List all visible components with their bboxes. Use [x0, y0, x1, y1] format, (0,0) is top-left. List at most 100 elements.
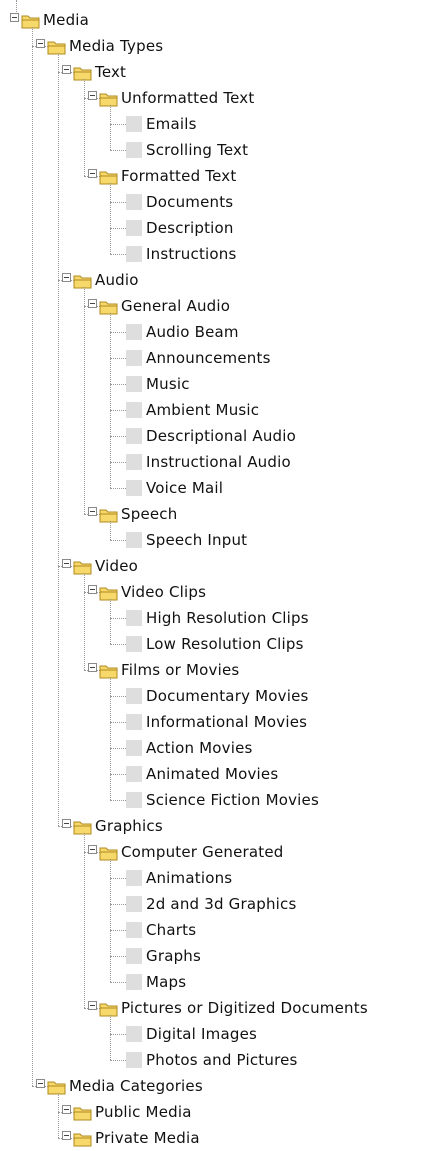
minus-toggle-icon[interactable]: [88, 1001, 97, 1010]
tree-label: Maps: [146, 973, 187, 991]
tree-label: Science Fiction Movies: [146, 791, 319, 809]
minus-toggle-icon[interactable]: [88, 663, 97, 672]
minus-toggle-icon[interactable]: [88, 845, 97, 854]
minus-toggle-icon[interactable]: [88, 299, 97, 308]
tree-item-announcements[interactable]: Announcements: [0, 345, 443, 371]
tree-connector: [110, 956, 126, 957]
tree-label: Audio: [95, 271, 139, 289]
tree-item-description[interactable]: Description: [0, 215, 443, 241]
tree-item-2d-and-3d-graphics[interactable]: 2d and 3d Graphics: [0, 891, 443, 917]
minus-toggle-icon[interactable]: [88, 91, 97, 100]
tree-item-low-resolution-clips[interactable]: Low Resolution Clips: [0, 631, 443, 657]
tree-label: Speech Input: [146, 531, 248, 549]
tree-connector: [110, 930, 126, 931]
tree-label: 2d and 3d Graphics: [146, 895, 297, 913]
minus-toggle-icon[interactable]: [10, 13, 19, 22]
tree-item-descriptional-audio[interactable]: Descriptional Audio: [0, 423, 443, 449]
item-box-icon: [126, 246, 142, 262]
minus-toggle-icon[interactable]: [62, 1105, 71, 1114]
tree-item-music[interactable]: Music: [0, 371, 443, 397]
tree-item-charts[interactable]: Charts: [0, 917, 443, 943]
tree-label: Descriptional Audio: [146, 427, 296, 445]
item-box-icon: [126, 688, 142, 704]
tree-label: Formatted Text: [121, 167, 237, 185]
tree-label: Media: [43, 11, 90, 29]
minus-toggle-icon[interactable]: [62, 559, 71, 568]
tree-guide-line: [84, 833, 85, 1008]
tree-item-speech-input[interactable]: Speech Input: [0, 527, 443, 553]
tree-folder-media[interactable]: Media: [0, 7, 443, 33]
tree-item-graphs[interactable]: Graphs: [0, 943, 443, 969]
tree-label: Emails: [146, 115, 197, 133]
tree-label: Speech: [121, 505, 178, 523]
tree-guide-line: [110, 677, 111, 800]
minus-toggle-icon[interactable]: [36, 39, 45, 48]
minus-toggle-icon[interactable]: [88, 585, 97, 594]
minus-toggle-icon[interactable]: [62, 273, 71, 282]
tree-connector: [110, 696, 126, 697]
tree-item-science-fiction-movies[interactable]: Science Fiction Movies: [0, 787, 443, 813]
tree-label: Audio Beam: [146, 323, 239, 341]
item-box-icon: [126, 116, 142, 132]
tree-label: Media Types: [69, 37, 164, 55]
tree-folder-films-or-movies[interactable]: Films or Movies: [0, 657, 443, 683]
tree-guide-line: [110, 859, 111, 982]
tree-item-ambient-music[interactable]: Ambient Music: [0, 397, 443, 423]
minus-toggle-icon[interactable]: [62, 1131, 71, 1140]
tree-item-digital-images[interactable]: Digital Images: [0, 1021, 443, 1047]
tree-folder-speech[interactable]: Speech: [0, 501, 443, 527]
tree-folder-general-audio[interactable]: General Audio: [0, 293, 443, 319]
tree-label: Text: [95, 63, 127, 81]
tree-connector: [110, 462, 126, 463]
media-tree: Media Media Types Text Unformatted Text Emai…: [0, 0, 443, 1149]
tree-connector: [110, 800, 126, 801]
tree-folder-computer-generated[interactable]: Computer Generated: [0, 839, 443, 865]
item-box-icon: [126, 454, 142, 470]
tree-item-audio-beam[interactable]: Audio Beam: [0, 319, 443, 345]
tree-label: Instructional Audio: [146, 453, 291, 471]
item-box-icon: [126, 350, 142, 366]
folder-icon: [99, 845, 119, 861]
item-box-icon: [126, 766, 142, 782]
tree-guide-line: [84, 573, 85, 670]
tree-item-photos-and-pictures[interactable]: Photos and Pictures: [0, 1047, 443, 1073]
minus-toggle-icon[interactable]: [36, 1079, 45, 1088]
tree-folder-unformatted-text[interactable]: Unformatted Text: [0, 85, 443, 111]
tree-item-documentary-movies[interactable]: Documentary Movies: [0, 683, 443, 709]
tree-item-instructions[interactable]: Instructions: [0, 241, 443, 267]
tree-connector: [110, 644, 126, 645]
tree-label: Photos and Pictures: [146, 1051, 298, 1069]
tree-connector: [110, 1060, 126, 1061]
tree-item-emails[interactable]: Emails: [0, 111, 443, 137]
tree-item-documents[interactable]: Documents: [0, 189, 443, 215]
tree-item-scrolling-text[interactable]: Scrolling Text: [0, 137, 443, 163]
tree-item-action-movies[interactable]: Action Movies: [0, 735, 443, 761]
folder-icon: [73, 559, 93, 575]
tree-label: Graphics: [95, 817, 163, 835]
tree-item-instructional-audio[interactable]: Instructional Audio: [0, 449, 443, 475]
item-box-icon: [126, 1026, 142, 1042]
minus-toggle-icon[interactable]: [88, 507, 97, 516]
item-box-icon: [126, 480, 142, 496]
tree-item-informational-movies[interactable]: Informational Movies: [0, 709, 443, 735]
tree-item-animated-movies[interactable]: Animated Movies: [0, 761, 443, 787]
minus-toggle-icon[interactable]: [88, 169, 97, 178]
tree-item-animations[interactable]: Animations: [0, 865, 443, 891]
tree-connector: [110, 358, 126, 359]
item-box-icon: [126, 220, 142, 236]
tree-folder-pictures-or-digitized-documents[interactable]: Pictures or Digitized Documents: [0, 995, 443, 1021]
tree-connector: [110, 878, 126, 879]
tree-item-high-resolution-clips[interactable]: High Resolution Clips: [0, 605, 443, 631]
tree-guide-line: [110, 105, 111, 150]
tree-folder-formatted-text[interactable]: Formatted Text: [0, 163, 443, 189]
tree-label: Animated Movies: [146, 765, 279, 783]
tree-connector: [110, 332, 126, 333]
tree-item-voice-mail[interactable]: Voice Mail: [0, 475, 443, 501]
item-box-icon: [126, 324, 142, 340]
tree-item-maps[interactable]: Maps: [0, 969, 443, 995]
tree-label: Video Clips: [121, 583, 207, 601]
minus-toggle-icon[interactable]: [62, 65, 71, 74]
tree-folder-video-clips[interactable]: Video Clips: [0, 579, 443, 605]
minus-toggle-icon[interactable]: [62, 819, 71, 828]
tree-label: Voice Mail: [146, 479, 224, 497]
